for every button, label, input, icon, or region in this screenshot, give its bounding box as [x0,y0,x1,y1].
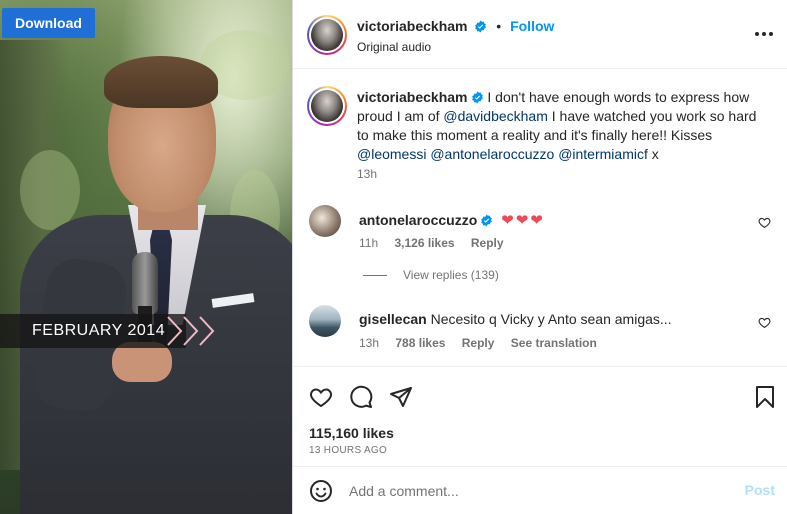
comment-likes[interactable]: 788 likes [395,336,445,350]
date-banner: FEBRUARY 2014 [0,314,186,348]
post-timestamp[interactable]: 13 HOURS AGO [309,445,387,456]
comment-time[interactable]: 11h [359,236,378,250]
view-replies-label[interactable]: View replies (139) [403,268,499,282]
post-comment-button[interactable]: Post [745,482,775,498]
separator-dot: • [496,18,502,34]
mention-link[interactable]: @leomessi [357,146,426,162]
audio-link[interactable]: Original audio [357,40,431,54]
caption-avatar[interactable] [307,86,347,126]
header-author-line: victoriabeckham • Follow [357,18,554,34]
view-replies-button[interactable]: View replies (139) [363,268,499,282]
comment-meta: 13h 788 likes Reply See translation [359,336,610,350]
caption-timestamp[interactable]: 13h [357,167,377,181]
commenter-avatar[interactable] [309,205,341,237]
caption-body-3: x [651,146,659,162]
like-heart-icon[interactable] [309,385,333,409]
download-button[interactable]: Download [2,8,95,38]
follow-button[interactable]: Follow [510,18,554,34]
microphone [132,252,158,314]
commenter-username[interactable]: gisellecan [359,311,427,327]
share-paper-plane-icon[interactable] [389,385,413,409]
verified-badge-icon [475,20,487,33]
commenter-avatar[interactable] [309,305,341,337]
mention-link[interactable]: @davidbeckham [443,108,548,124]
author-avatar[interactable] [307,15,347,55]
like-comment-heart-icon[interactable] [758,216,771,229]
verified-badge-icon [481,214,493,227]
chevron-arrows [164,314,215,348]
comment-text: ❤❤❤ [501,212,545,229]
chevron-right-icon [199,316,215,346]
likes-count[interactable]: 115,160 likes [309,425,394,441]
comment-composer: Post [293,466,787,514]
comment-meta: 11h 3,126 likes Reply [359,236,517,250]
caption-username[interactable]: victoriabeckham [357,89,468,105]
emoji-smiley-icon[interactable] [309,479,333,503]
reel-video[interactable]: Download FEBRUARY 2014 [0,0,292,514]
see-translation-button[interactable]: See translation [511,336,597,350]
comment-bubble-icon[interactable] [349,385,373,409]
save-bookmark-icon[interactable] [753,385,777,409]
reply-button[interactable]: Reply [462,336,495,350]
post-panel: victoriabeckham • Follow Original audio … [293,0,787,514]
verified-badge-icon [471,91,483,104]
author-username[interactable]: victoriabeckham [357,18,468,34]
comment-line: antonelaroccuzzo ❤❤❤ [359,211,739,229]
comment-text: Necesito q Vicky y Anto sean amigas... [430,311,672,327]
like-comment-heart-icon[interactable] [758,316,771,329]
comment-likes[interactable]: 3,126 likes [394,236,454,250]
hand [112,342,172,382]
replies-line [363,274,387,276]
foliage [20,150,80,230]
commenter-username[interactable]: antonelaroccuzzo [359,212,477,228]
mention-link[interactable]: @intermiamicf [558,146,648,162]
comment-line: gisellecan Necesito q Vicky y Anto sean … [359,311,739,327]
reply-button[interactable]: Reply [471,236,504,250]
post-header: victoriabeckham • Follow Original audio [293,0,787,69]
comment-input[interactable] [349,480,729,502]
comment-time[interactable]: 13h [359,336,379,350]
caption-text: victoriabeckham I don't have enough word… [357,88,767,164]
mention-link[interactable]: @antonelaroccuzzo [430,146,554,162]
more-options-icon[interactable] [755,28,773,40]
hair [104,56,218,108]
